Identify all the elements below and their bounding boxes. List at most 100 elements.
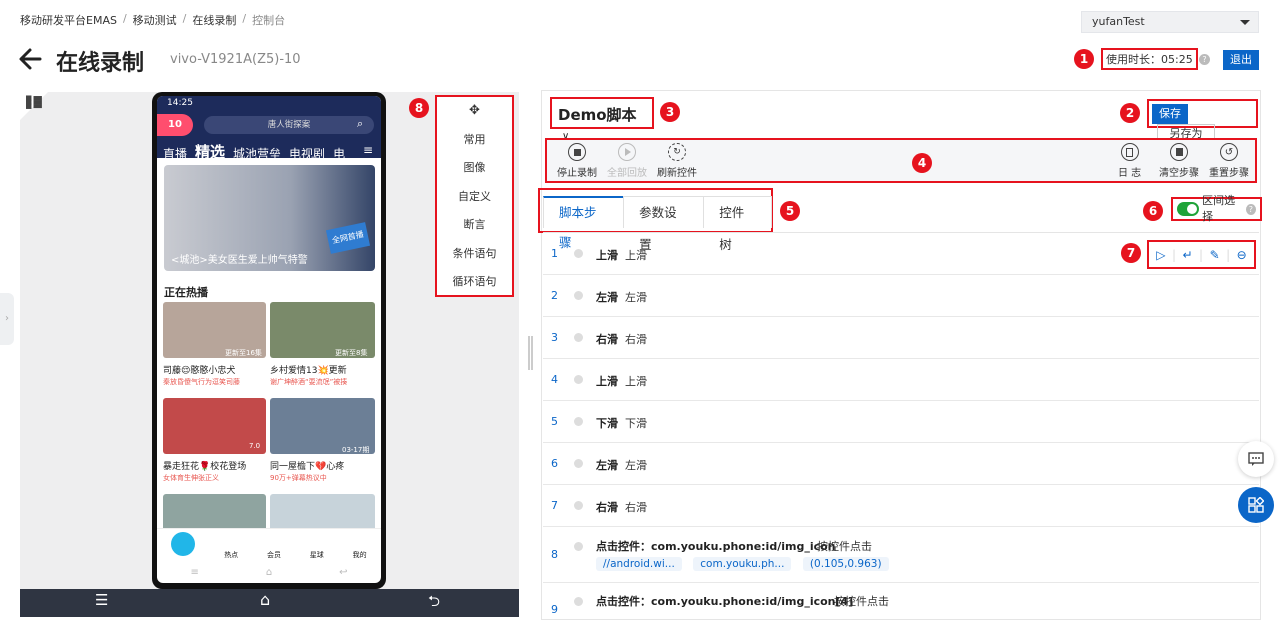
- list-menu-icon[interactable]: ▪▬ ▪▬ ▪▬: [25, 92, 43, 111]
- search-icon: ⌕: [357, 117, 364, 130]
- stop-icon: [568, 143, 586, 161]
- step-row[interactable]: 4 上滑 上滑: [543, 359, 1259, 401]
- step-desc: 右滑: [625, 333, 647, 346]
- exit-button[interactable]: 退出: [1223, 50, 1259, 70]
- step-number: 2: [551, 289, 558, 302]
- script-select[interactable]: Demo脚本 ∨: [550, 97, 654, 142]
- move-icon[interactable]: ✥: [437, 97, 512, 126]
- home-icon[interactable]: [171, 532, 196, 556]
- home-icon[interactable]: ⌂: [266, 562, 272, 583]
- panel-resize-handle[interactable]: [528, 336, 533, 370]
- phone-system-nav: ≡ ⌂ ↩: [157, 562, 381, 583]
- user-dropdown[interactable]: yufanTest: [1081, 11, 1259, 33]
- sidebar-expand-icon[interactable]: ›: [0, 293, 14, 345]
- back-arrow-icon[interactable]: [18, 45, 42, 73]
- xpath-tag[interactable]: //android.wi...: [596, 557, 682, 571]
- breadcrumb-current: 控制台: [252, 14, 286, 27]
- insert-step-icon[interactable]: ↵: [1182, 248, 1192, 262]
- reset-icon: ↺: [1220, 143, 1238, 161]
- video-thumb[interactable]: [270, 494, 375, 528]
- step-desc: 下滑: [625, 417, 647, 430]
- phone-tab[interactable]: 电: [333, 145, 345, 162]
- apps-button[interactable]: [1238, 487, 1274, 523]
- phone-nav-item[interactable]: 星球: [310, 550, 324, 560]
- back-icon[interactable]: ↩: [339, 562, 347, 583]
- edit-icon[interactable]: ✎: [1210, 248, 1220, 262]
- annotation-badge: 2: [1120, 103, 1140, 123]
- chat-button[interactable]: [1238, 441, 1274, 477]
- step-number: 8: [551, 548, 558, 561]
- range-select-toggle[interactable]: [1177, 202, 1200, 216]
- breadcrumb-item[interactable]: 移动研发平台EMAS: [20, 12, 117, 28]
- step-row[interactable]: 9 点击控件：com.youku.phone:id/img_icon[4] 按控…: [543, 583, 1259, 619]
- step-row[interactable]: 3 右滑 右滑: [543, 317, 1259, 359]
- step-row[interactable]: 7 右滑 右滑: [543, 485, 1259, 527]
- phone-tab[interactable]: 直播: [163, 145, 187, 162]
- phone-tab[interactable]: 精选: [195, 141, 225, 162]
- step-status-dot: [574, 333, 583, 342]
- phone-tab[interactable]: 电视剧: [289, 145, 325, 162]
- step-action: 左滑: [596, 459, 618, 472]
- help-icon[interactable]: ?: [1199, 54, 1210, 65]
- breadcrumb-item[interactable]: 移动测试: [133, 12, 177, 28]
- step-row[interactable]: 5 下滑 下滑: [543, 401, 1259, 443]
- palette-item[interactable]: 断言: [437, 211, 512, 240]
- coord-tag[interactable]: (0.105,0.963): [802, 557, 889, 571]
- user-name: yufanTest: [1092, 15, 1145, 28]
- step-row[interactable]: 8 点击控件：com.youku.phone:id/img_icon 按控件点击…: [543, 527, 1259, 583]
- menu-icon[interactable]: ≡: [190, 562, 198, 583]
- phone-tab[interactable]: 城池营垒: [233, 145, 281, 162]
- palette-item[interactable]: 常用: [437, 126, 512, 155]
- phone-nav-tabs: 直播 精选 城池营垒 电视剧 电: [163, 141, 345, 162]
- refresh-controls-button[interactable]: ↻ 刷新控件: [657, 143, 697, 179]
- phone-screen[interactable]: 14:25 10 唐人街探案 ⌕ 直播 精选 城池营垒 电视剧 电 ≡ 全网首播…: [157, 96, 381, 583]
- palette-item[interactable]: 条件语句: [437, 240, 512, 269]
- video-title: 乡村爱情13💥更新: [270, 366, 347, 376]
- palette-item[interactable]: 自定义: [437, 183, 512, 212]
- video-subtitle: 谢广坤醉酒“耍流氓”被揍: [270, 378, 348, 386]
- step-status-dot: [574, 597, 583, 606]
- id-tag[interactable]: com.youku.ph...: [693, 557, 792, 571]
- phone-nav-item[interactable]: 会员: [267, 550, 281, 560]
- remove-step-icon[interactable]: ⊖: [1237, 248, 1247, 262]
- phone-nav-item[interactable]: 热点: [224, 550, 238, 560]
- replay-all-button[interactable]: 全部回放: [607, 143, 647, 179]
- breadcrumb: 移动研发平台EMAS / 移动测试 / 在线录制 / 控制台: [20, 12, 286, 28]
- phone-nav-item[interactable]: 我的: [353, 550, 367, 560]
- step-action: 左滑: [596, 291, 618, 304]
- tab-control-tree[interactable]: 控件树: [703, 196, 773, 252]
- step-action: 点击控件：com.youku.phone:id/img_icon: [596, 540, 836, 553]
- step-tags: //android.wi... com.youku.ph... (0.105,0…: [596, 557, 897, 571]
- palette-item[interactable]: 循环语句: [437, 268, 512, 297]
- video-subtitle: 女体育生伸张正义: [163, 474, 219, 482]
- help-icon[interactable]: ?: [1245, 203, 1256, 215]
- reset-steps-button[interactable]: ↺ 重置步骤: [1209, 143, 1249, 179]
- step-desc: 按控件点击: [817, 540, 872, 553]
- device-name: vivo-V1921A(Z5)-10: [170, 52, 301, 67]
- menu-icon[interactable]: ≡: [363, 143, 373, 157]
- phone-search-input[interactable]: 唐人街探案: [204, 116, 374, 134]
- menu-icon[interactable]: ☰: [95, 591, 108, 609]
- step-status-dot: [574, 291, 583, 300]
- video-title: 同一屋檐下💔心疼: [270, 462, 345, 472]
- video-subtitle: 秦放昏傻气行为逗笑司藤: [163, 378, 240, 386]
- annotation-badge: 1: [1074, 49, 1094, 69]
- log-button[interactable]: 日 志: [1118, 143, 1141, 179]
- clear-steps-button[interactable]: 清空步骤: [1159, 143, 1199, 179]
- back-icon[interactable]: ⮌: [428, 591, 440, 616]
- tab-script-steps[interactable]: 脚本步骤: [543, 196, 625, 250]
- tab-params[interactable]: 参数设置: [623, 196, 705, 252]
- home-icon[interactable]: ⌂: [260, 590, 270, 609]
- annotation-badge: 6: [1143, 201, 1163, 221]
- tool-label: 清空步骤: [1159, 168, 1199, 179]
- play-step-icon[interactable]: ▷: [1156, 248, 1165, 262]
- save-button[interactable]: 保存: [1152, 104, 1188, 124]
- step-row[interactable]: 6 左滑 左滑: [543, 443, 1259, 485]
- apps-grid-icon: [1248, 497, 1264, 513]
- breadcrumb-item[interactable]: 在线录制: [192, 12, 236, 28]
- palette-item[interactable]: 图像: [437, 154, 512, 183]
- step-row[interactable]: 2 左滑 左滑: [543, 275, 1259, 317]
- video-thumb[interactable]: [163, 494, 266, 528]
- episode-label: 更新至8集: [335, 349, 368, 357]
- stop-record-button[interactable]: 停止录制: [557, 143, 597, 179]
